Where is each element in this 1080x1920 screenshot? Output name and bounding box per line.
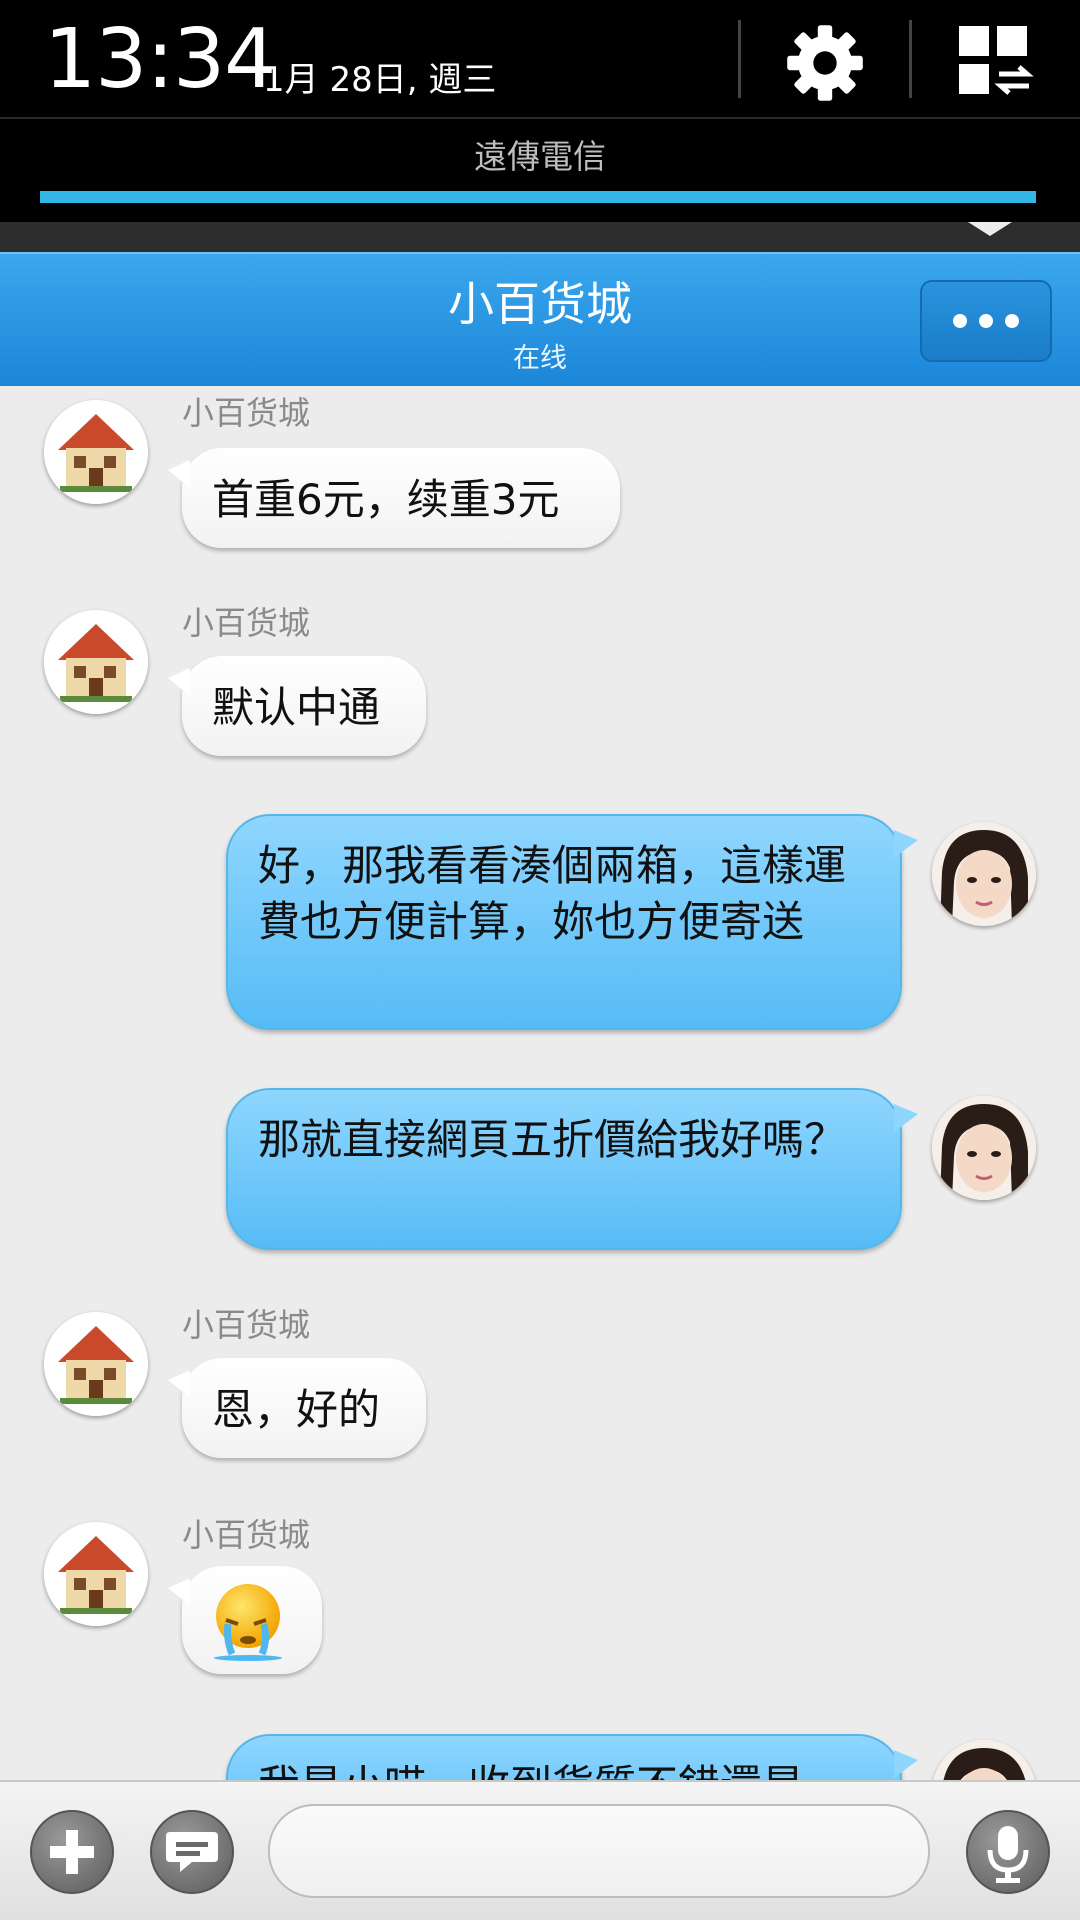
add-attachment-button[interactable]	[30, 1810, 114, 1894]
dot-icon	[1005, 314, 1019, 328]
user-avatar[interactable]	[932, 822, 1036, 926]
sender-name: 小百货城	[182, 604, 311, 642]
incoming-message-bubble[interactable]: 恩，好的	[168, 1358, 426, 1458]
incoming-message-bubble[interactable]	[168, 1566, 322, 1674]
incoming-message-bubble[interactable]: 默认中通	[168, 656, 426, 756]
settings-gear-icon[interactable]	[780, 18, 870, 108]
user-avatar[interactable]	[932, 1096, 1036, 1200]
chat-bubble-icon	[166, 1832, 218, 1872]
shade-drag-handle[interactable]	[968, 222, 1012, 236]
shop-avatar[interactable]	[44, 400, 148, 504]
user-avatar[interactable]	[932, 1740, 1036, 1780]
divider	[738, 20, 741, 98]
brightness-bar[interactable]	[40, 191, 1036, 203]
chat-header: 小百货城 在线	[0, 252, 1080, 386]
voice-input-button[interactable]	[966, 1810, 1050, 1894]
shop-avatar[interactable]	[44, 1522, 148, 1626]
clock-time: 13:34	[44, 12, 276, 107]
contact-name: 小百货城	[448, 277, 632, 331]
outgoing-message-bubble[interactable]: 好，那我看看湊個兩箱，這樣運費也方便計算，妳也方便寄送	[226, 814, 918, 1030]
user-face-avatar-icon	[932, 1096, 1036, 1200]
sender-name: 小百货城	[182, 394, 311, 432]
dot-icon	[953, 314, 967, 328]
quick-reply-button[interactable]	[150, 1810, 234, 1894]
shade-bottom-band	[0, 222, 1080, 252]
shop-avatar[interactable]	[44, 1312, 148, 1416]
user-face-avatar-icon	[932, 1740, 1036, 1780]
carrier-label: 遠傳電信	[474, 137, 606, 176]
sender-name: 小百货城	[182, 1306, 311, 1344]
quick-settings-toggle-icon[interactable]	[955, 22, 1035, 102]
sender-name: 小百货城	[182, 1516, 311, 1554]
message-input-bar	[0, 1780, 1080, 1920]
microphone-icon	[987, 1826, 1029, 1883]
house-avatar-icon	[44, 1312, 148, 1416]
clock-date: 1月 28日, 週三	[263, 60, 497, 100]
message-text-input[interactable]	[268, 1804, 930, 1898]
crying-face-emoji-icon	[214, 1584, 282, 1661]
divider	[0, 117, 1080, 119]
house-avatar-icon	[44, 400, 148, 504]
outgoing-message-bubble[interactable]: 那就直接網頁五折價給我好嗎？	[226, 1088, 918, 1250]
incoming-message-bubble[interactable]: 首重6元，续重3元	[168, 448, 620, 548]
message-list[interactable]: 小百货城 首重6元，续重3元 小百货城 默认中通 好，那我看看湊個兩箱，這樣運費…	[0, 386, 1080, 1780]
shop-avatar[interactable]	[44, 610, 148, 714]
plus-icon	[50, 1830, 94, 1874]
notification-shade: 13:34 1月 28日, 週三 遠傳電信	[0, 0, 1080, 252]
divider	[909, 20, 912, 98]
user-face-avatar-icon	[932, 822, 1036, 926]
more-options-button[interactable]	[920, 280, 1052, 362]
house-avatar-icon	[44, 1522, 148, 1626]
outgoing-message-bubble[interactable]: 我是小喵，收到貨質不錯還是	[226, 1734, 918, 1780]
house-avatar-icon	[44, 610, 148, 714]
dot-icon	[979, 314, 993, 328]
contact-status: 在线	[513, 343, 567, 374]
